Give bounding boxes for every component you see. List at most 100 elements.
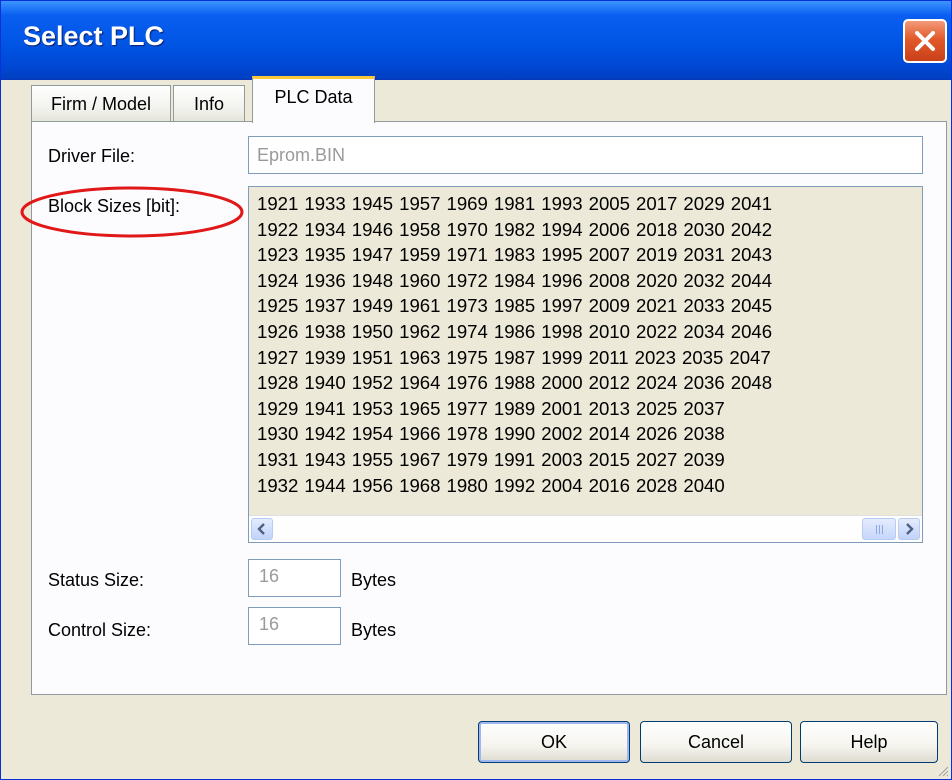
block-size-value: 2001 (541, 397, 583, 419)
block-size-value: 1967 (399, 448, 441, 470)
block-size-value: 1973 (446, 295, 488, 317)
block-size-value: 2035 (681, 346, 724, 368)
block-size-value: 1971 (446, 244, 488, 266)
block-size-row: 1925 1937 1949 1961 1973 1985 1997 2009 2021 2033… (257, 293, 918, 319)
driver-file-label: Driver File: (48, 146, 136, 166)
close-button[interactable] (903, 19, 947, 63)
block-size-value: 1934 (304, 218, 346, 240)
block-size-value: 1939 (304, 346, 346, 368)
block-size-value: 1942 (304, 423, 346, 445)
block-size-value: 1932 (257, 474, 299, 496)
block-size-value: 2047 (729, 346, 771, 368)
block-size-value: 1945 (351, 193, 394, 214)
control-size-field[interactable]: 16 (248, 607, 341, 645)
block-size-value: 1929 (257, 397, 299, 419)
block-size-value: 1947 (351, 244, 394, 266)
block-size-value: 1931 (257, 448, 299, 470)
block-size-value: 1954 (351, 423, 394, 445)
scroll-left-button[interactable] (251, 518, 273, 540)
block-size-value: 2010 (588, 320, 630, 342)
chevron-right-icon (906, 523, 914, 535)
block-size-value: 2026 (636, 423, 678, 445)
block-size-value: 1974 (446, 320, 488, 342)
scroll-right-button[interactable] (898, 518, 920, 540)
block-size-value: 2038 (683, 423, 725, 445)
title-bar[interactable]: Select PLC (1, 1, 951, 80)
block-size-value: 1992 (493, 474, 536, 496)
control-size-label: Control Size: (48, 620, 152, 640)
block-size-value: 1976 (446, 372, 488, 394)
status-size-label: Status Size: (48, 570, 145, 590)
block-size-value: 1935 (304, 244, 346, 266)
block-size-value: 1926 (257, 320, 299, 342)
block-size-value: 1948 (351, 269, 394, 291)
block-size-value: 2041 (730, 193, 773, 214)
ok-button[interactable]: OK (478, 721, 630, 763)
horizontal-scrollbar[interactable] (249, 515, 922, 542)
scroll-thumb[interactable] (862, 518, 896, 540)
block-size-value: 2015 (588, 448, 630, 470)
tab-info[interactable]: Info (173, 85, 245, 121)
block-size-value: 2040 (683, 474, 725, 496)
cancel-button[interactable]: Cancel (640, 721, 792, 763)
block-size-value: 2036 (683, 372, 725, 394)
block-size-value: 1978 (446, 423, 488, 445)
block-size-value: 2046 (730, 320, 773, 342)
block-size-value: 1994 (541, 218, 583, 240)
block-size-value: 2030 (683, 218, 725, 240)
block-size-value: 2021 (636, 295, 678, 317)
block-size-value: 1928 (257, 372, 299, 394)
block-size-value: 2027 (636, 448, 678, 470)
block-size-value: 2044 (730, 269, 773, 291)
block-size-value: 2032 (683, 269, 725, 291)
block-size-value: 1958 (399, 218, 441, 240)
plc-data-panel: Driver File: Eprom.BIN Block Sizes [bit]… (31, 121, 947, 695)
block-size-value: 2037 (683, 397, 725, 419)
block-size-row: 1931 1943 1955 1967 1979 1991 2003 2015 2027 2039 (257, 447, 918, 473)
block-size-value: 1950 (351, 320, 394, 342)
block-size-value: 1991 (493, 448, 536, 470)
block-size-value: 1937 (304, 295, 346, 317)
block-size-value: 1993 (541, 193, 583, 214)
tab-label: PLC Data (274, 87, 353, 107)
block-size-value: 1996 (541, 269, 583, 291)
block-size-value: 2029 (683, 193, 725, 214)
block-size-value: 1966 (399, 423, 441, 445)
block-size-value: 1997 (541, 295, 583, 317)
block-size-value: 2022 (636, 320, 678, 342)
block-size-value: 1985 (493, 295, 536, 317)
block-size-value: 1951 (351, 346, 394, 368)
block-size-value: 2039 (683, 448, 725, 470)
block-size-value: 1972 (446, 269, 488, 291)
driver-file-field[interactable]: Eprom.BIN (248, 136, 923, 174)
block-size-value: 1963 (399, 346, 441, 368)
block-size-row: 1926 1938 1950 1962 1974 1986 1998 2010 2022 2034… (257, 319, 918, 345)
block-size-value: 1969 (446, 193, 488, 214)
block-size-value: 1964 (399, 372, 441, 394)
block-size-value: 1927 (257, 346, 299, 368)
block-size-value: 2002 (541, 423, 583, 445)
block-size-value: 1961 (399, 295, 441, 317)
block-size-row: 1927 1939 1951 1963 1975 1987 1999 2011 2023 2035… (257, 345, 918, 371)
resize-grip-icon[interactable] (935, 763, 949, 777)
block-size-value: 1999 (541, 346, 583, 368)
block-size-value: 2004 (541, 474, 583, 496)
block-size-value: 1933 (304, 193, 346, 214)
block-size-value: 2028 (636, 474, 678, 496)
block-size-value: 1941 (304, 397, 346, 419)
block-size-value: 1943 (304, 448, 346, 470)
block-size-value: 2034 (683, 320, 725, 342)
block-size-value: 1981 (493, 193, 536, 214)
block-size-row: 1924 1936 1948 1960 1972 1984 1996 2008 2020 2032… (257, 268, 918, 294)
help-button[interactable]: Help (800, 721, 938, 763)
close-icon (915, 31, 935, 51)
tab-firm-model[interactable]: Firm / Model (31, 85, 171, 121)
block-size-value: 2007 (588, 244, 630, 266)
tab-plc-data[interactable]: PLC Data (252, 76, 375, 123)
tab-label: Info (193, 94, 225, 114)
block-sizes-list[interactable]: 1921 1933 1945 1957 1969 1981 1993 2005 2017 2029… (248, 186, 923, 543)
status-size-field[interactable]: 16 (248, 559, 341, 597)
block-size-value: 1968 (399, 474, 441, 496)
block-size-value: 2013 (588, 397, 630, 419)
block-size-value: 2042 (730, 218, 773, 240)
